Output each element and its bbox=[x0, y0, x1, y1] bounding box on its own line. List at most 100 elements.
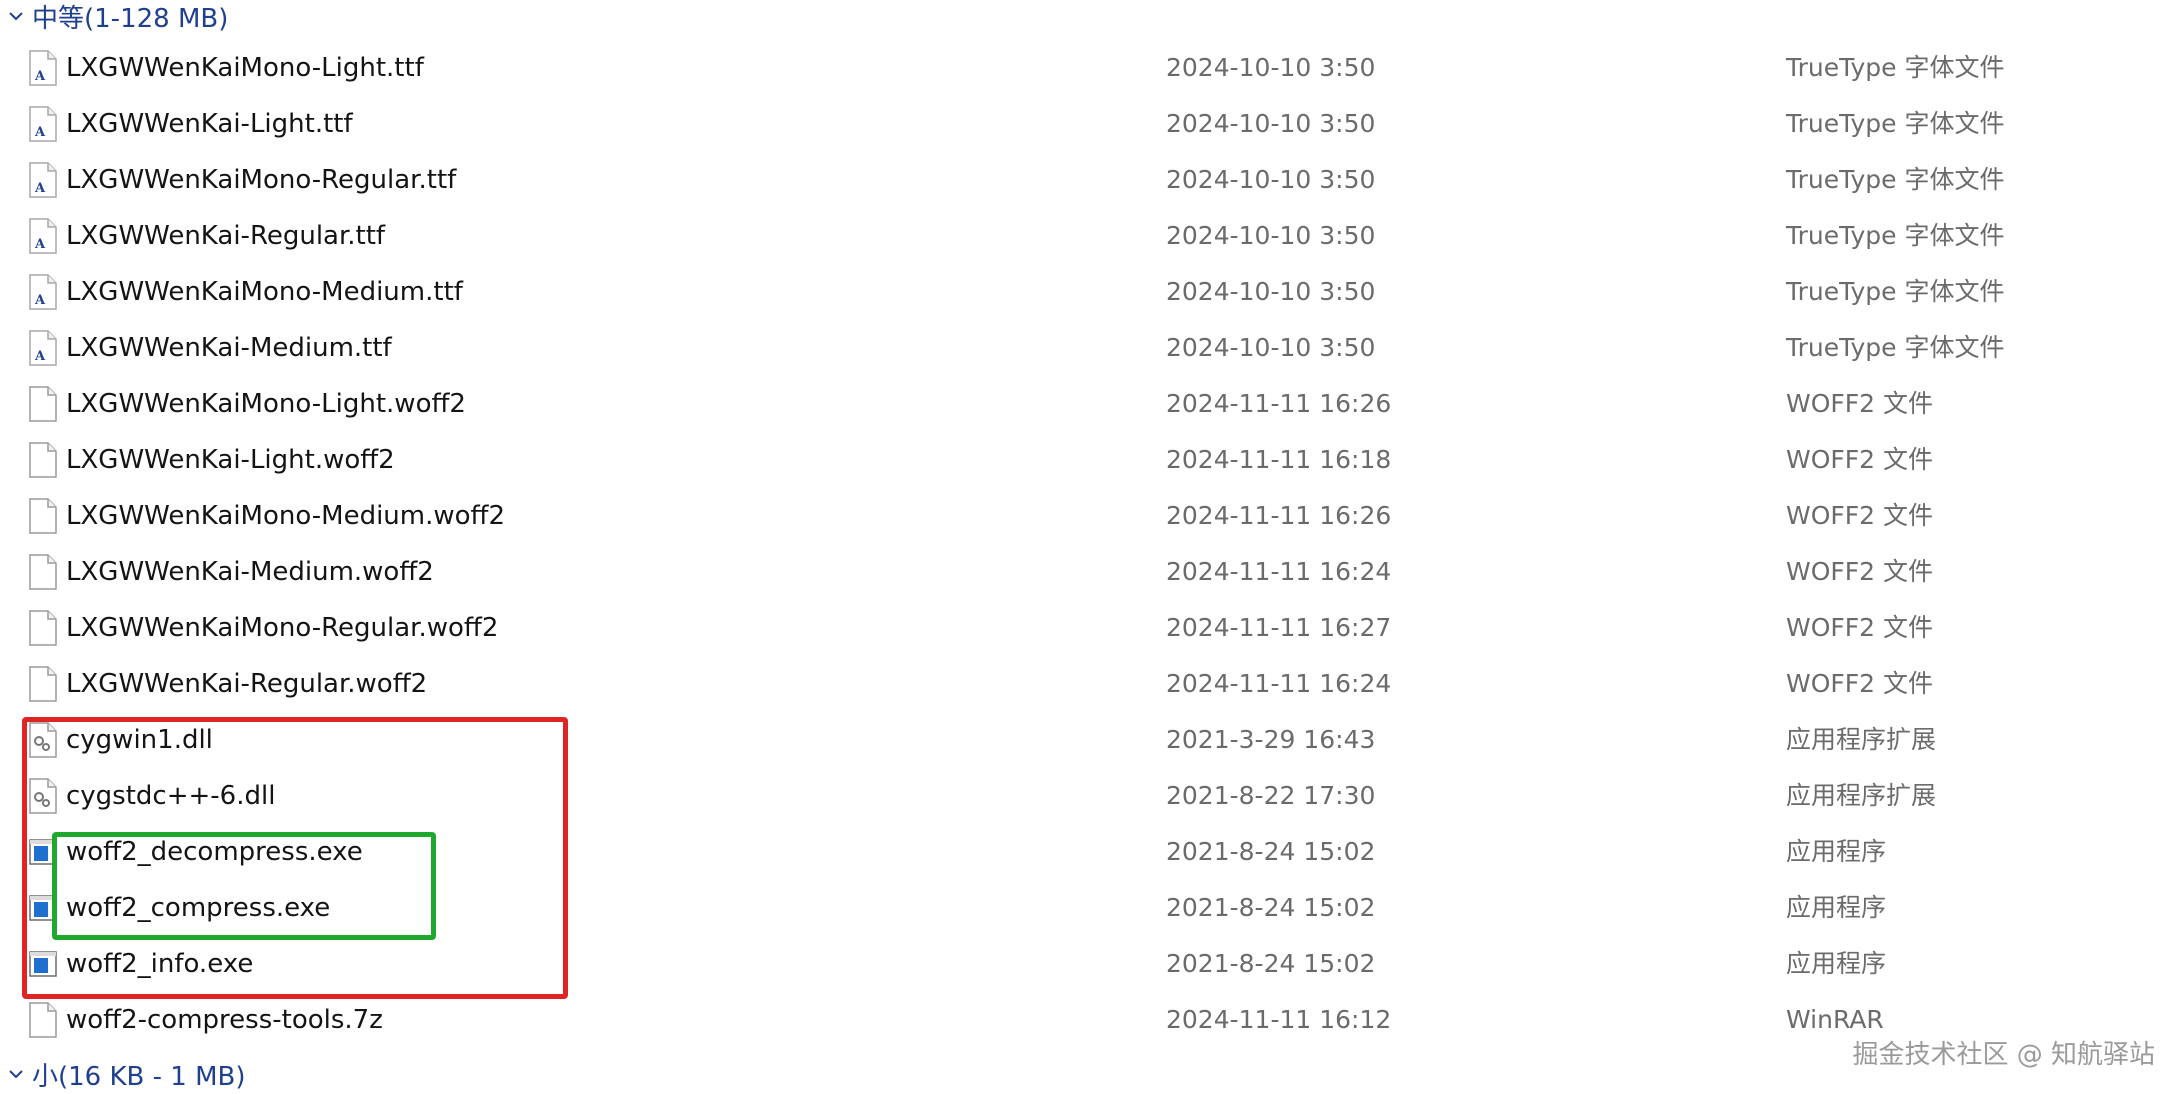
font-file-icon: A bbox=[28, 50, 58, 86]
svg-text:A: A bbox=[34, 181, 46, 196]
file-name[interactable]: cygwin1.dll bbox=[66, 712, 213, 768]
file-date: 2021-8-24 15:02 bbox=[1166, 949, 1376, 978]
file-date: 2024-11-11 16:12 bbox=[1166, 1005, 1392, 1034]
file-name[interactable]: woff2-compress-tools.7z bbox=[66, 992, 383, 1048]
file-row[interactable]: LXGWWenKai-Medium.woff2 2024-11-11 16:24 W… bbox=[0, 544, 2171, 600]
svg-text:A: A bbox=[34, 69, 46, 84]
file-row[interactable]: LXGWWenKaiMono-Light.woff2 2024-11-11 16:… bbox=[0, 376, 2171, 432]
file-type: 应用程序扩展 bbox=[1786, 725, 1937, 754]
file-name[interactable]: LXGWWenKai-Regular.woff2 bbox=[66, 656, 427, 712]
file-date: 2024-10-10 3:50 bbox=[1166, 165, 1376, 194]
file-row[interactable]: A LXGWWenKaiMono-Medium.ttf 2024-10-10 3:5… bbox=[0, 264, 2171, 320]
chevron-down-icon[interactable] bbox=[0, 0, 32, 36]
file-name[interactable]: LXGWWenKai-Medium.woff2 bbox=[66, 544, 434, 600]
file-row[interactable]: A LXGWWenKaiMono-Regular.ttf 2024-10-10 3:… bbox=[0, 152, 2171, 208]
file-name[interactable]: LXGWWenKaiMono-Regular.woff2 bbox=[66, 600, 498, 656]
file-type: WOFF2 文件 bbox=[1786, 445, 1934, 474]
file-name[interactable]: LXGWWenKai-Light.woff2 bbox=[66, 432, 395, 488]
blank-file-icon bbox=[28, 442, 58, 478]
font-file-icon: A bbox=[28, 162, 58, 198]
exe-file-icon bbox=[28, 946, 58, 982]
blank-file-icon bbox=[28, 666, 58, 702]
file-row[interactable]: woff2_compress.exe 2021-8-24 15:02 应用程序 bbox=[0, 880, 2171, 936]
file-date: 2021-8-24 15:02 bbox=[1166, 837, 1376, 866]
file-row[interactable]: LXGWWenKai-Regular.woff2 2024-11-11 16:24… bbox=[0, 656, 2171, 712]
file-date: 2024-10-10 3:50 bbox=[1166, 221, 1376, 250]
file-date: 2024-10-10 3:50 bbox=[1166, 333, 1376, 362]
file-row[interactable]: A LXGWWenKai-Medium.ttf 2024-10-10 3:50 Tru… bbox=[0, 320, 2171, 376]
file-row[interactable]: LXGWWenKaiMono-Medium.woff2 2024-11-11 16… bbox=[0, 488, 2171, 544]
svg-text:A: A bbox=[34, 125, 46, 140]
file-date: 2024-10-10 3:50 bbox=[1166, 109, 1376, 138]
file-row[interactable]: cygwin1.dll 2021-3-29 16:43 应用程序扩展 bbox=[0, 712, 2171, 768]
file-name[interactable]: LXGWWenKai-Medium.ttf bbox=[66, 320, 392, 376]
file-type: 应用程序 bbox=[1786, 949, 1887, 978]
file-date: 2024-11-11 16:27 bbox=[1166, 613, 1392, 642]
file-row[interactable]: woff2-compress-tools.7z 2024-11-11 16:12 W… bbox=[0, 992, 2171, 1048]
group-header-label: 小(16 KB - 1 MB) bbox=[32, 1061, 246, 1092]
file-date: 2021-3-29 16:43 bbox=[1166, 725, 1376, 754]
file-type: TrueType 字体文件 bbox=[1786, 165, 2005, 194]
exe-file-icon bbox=[28, 890, 58, 926]
group-header-label: 中等(1-128 MB) bbox=[32, 3, 229, 34]
chevron-down-icon[interactable] bbox=[0, 1054, 32, 1094]
file-name[interactable]: LXGWWenKaiMono-Medium.woff2 bbox=[66, 488, 505, 544]
file-name[interactable]: LXGWWenKai-Regular.ttf bbox=[66, 208, 385, 264]
file-row[interactable]: A LXGWWenKai-Light.ttf 2024-10-10 3:50 True… bbox=[0, 96, 2171, 152]
font-file-icon: A bbox=[28, 330, 58, 366]
svg-text:A: A bbox=[34, 349, 46, 364]
file-type: 应用程序 bbox=[1786, 893, 1887, 922]
file-name[interactable]: woff2_compress.exe bbox=[66, 880, 330, 936]
file-type: WOFF2 文件 bbox=[1786, 613, 1934, 642]
blank-file-icon bbox=[28, 386, 58, 422]
file-type: TrueType 字体文件 bbox=[1786, 109, 2005, 138]
svg-text:A: A bbox=[34, 237, 46, 252]
font-file-icon: A bbox=[28, 218, 58, 254]
file-row[interactable]: woff2_info.exe 2021-8-24 15:02 应用程序 bbox=[0, 936, 2171, 992]
file-date: 2024-11-11 16:18 bbox=[1166, 445, 1392, 474]
file-row[interactable]: A LXGWWenKai-Regular.ttf 2024-10-10 3:50 Tr… bbox=[0, 208, 2171, 264]
dll-file-icon bbox=[28, 722, 58, 758]
file-date: 2021-8-22 17:30 bbox=[1166, 781, 1376, 810]
file-type: TrueType 字体文件 bbox=[1786, 333, 2005, 362]
file-date: 2024-11-11 16:26 bbox=[1166, 389, 1392, 418]
blank-file-icon bbox=[28, 554, 58, 590]
file-row[interactable]: A LXGWWenKaiMono-Light.ttf 2024-10-10 3:50… bbox=[0, 40, 2171, 96]
file-type: WOFF2 文件 bbox=[1786, 669, 1934, 698]
svg-text:A: A bbox=[34, 293, 46, 308]
group-header-medium[interactable]: 中等(1-128 MB) bbox=[0, 0, 228, 36]
file-type: TrueType 字体文件 bbox=[1786, 221, 2005, 250]
file-name[interactable]: LXGWWenKaiMono-Light.woff2 bbox=[66, 376, 466, 432]
group-header-small[interactable]: 小(16 KB - 1 MB) bbox=[0, 1054, 246, 1094]
file-type: TrueType 字体文件 bbox=[1786, 53, 2005, 82]
watermark: 掘金技术社区 @ 知航驿站 bbox=[1852, 1040, 2155, 1070]
file-row[interactable]: cygstdc++-6.dll 2021-8-22 17:30 应用程序扩展 bbox=[0, 768, 2171, 824]
file-type: TrueType 字体文件 bbox=[1786, 277, 2005, 306]
file-type: WOFF2 文件 bbox=[1786, 501, 1934, 530]
file-date: 2024-10-10 3:50 bbox=[1166, 53, 1376, 82]
blank-file-icon bbox=[28, 610, 58, 646]
file-name[interactable]: LXGWWenKai-Light.ttf bbox=[66, 96, 353, 152]
file-row[interactable]: woff2_decompress.exe 2021-8-24 15:02 应用程序 bbox=[0, 824, 2171, 880]
file-type: WOFF2 文件 bbox=[1786, 557, 1934, 586]
file-date: 2021-8-24 15:02 bbox=[1166, 893, 1376, 922]
font-file-icon: A bbox=[28, 274, 58, 310]
file-date: 2024-11-11 16:26 bbox=[1166, 501, 1392, 530]
file-name[interactable]: LXGWWenKaiMono-Regular.ttf bbox=[66, 152, 456, 208]
file-date: 2024-10-10 3:50 bbox=[1166, 277, 1376, 306]
file-name[interactable]: woff2_decompress.exe bbox=[66, 824, 363, 880]
file-name[interactable]: LXGWWenKaiMono-Medium.ttf bbox=[66, 264, 463, 320]
file-row[interactable]: LXGWWenKai-Light.woff2 2024-11-11 16:18 WO… bbox=[0, 432, 2171, 488]
file-name[interactable]: LXGWWenKaiMono-Light.ttf bbox=[66, 40, 424, 96]
file-date: 2024-11-11 16:24 bbox=[1166, 669, 1392, 698]
file-type: 应用程序扩展 bbox=[1786, 781, 1937, 810]
file-row[interactable]: LXGWWenKaiMono-Regular.woff2 2024-11-11 1… bbox=[0, 600, 2171, 656]
file-date: 2024-11-11 16:24 bbox=[1166, 557, 1392, 586]
file-name[interactable]: cygstdc++-6.dll bbox=[66, 768, 275, 824]
file-type: 应用程序 bbox=[1786, 837, 1887, 866]
file-name[interactable]: woff2_info.exe bbox=[66, 936, 253, 992]
blank-file-icon bbox=[28, 1002, 58, 1038]
exe-file-icon bbox=[28, 834, 58, 870]
dll-file-icon bbox=[28, 778, 58, 814]
file-type: WOFF2 文件 bbox=[1786, 389, 1934, 418]
